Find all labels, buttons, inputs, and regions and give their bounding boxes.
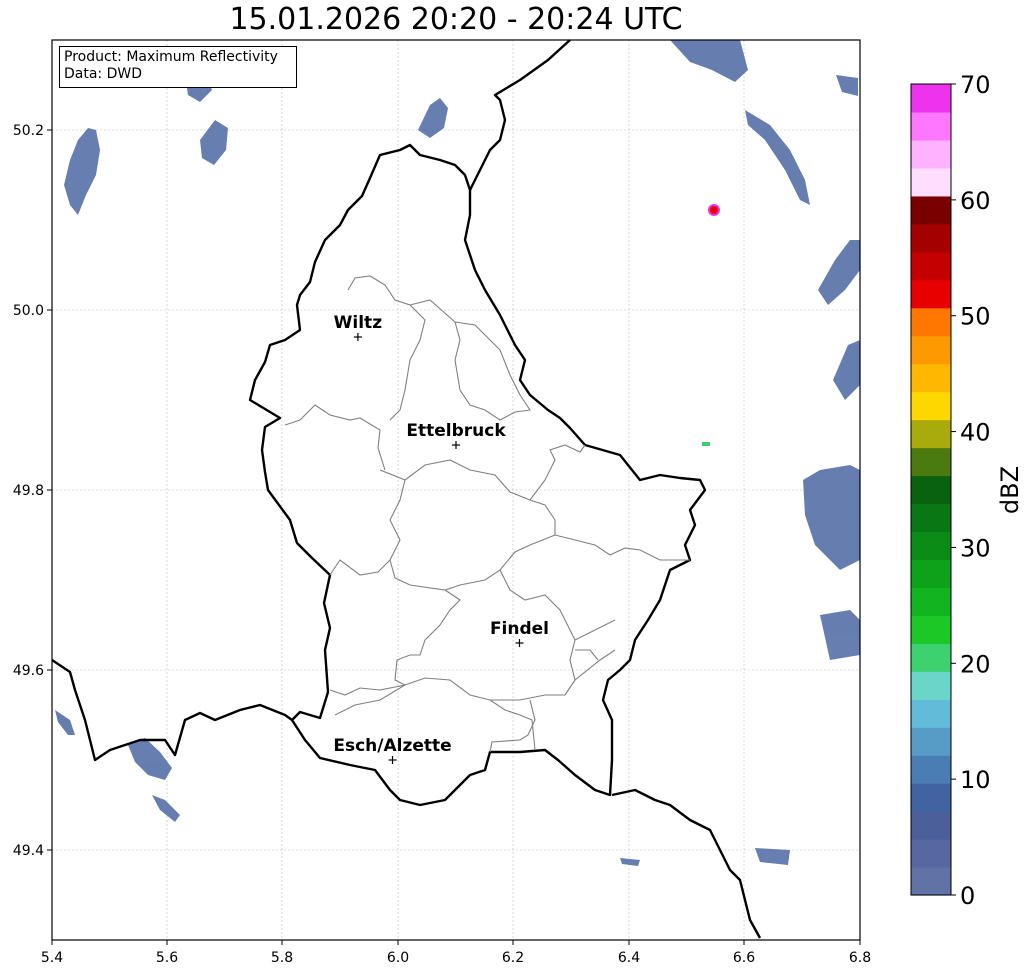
colorbar-segment <box>911 811 951 840</box>
y-tick-label: 50.2 <box>13 123 44 139</box>
colorbar-tick-label: 50 <box>960 303 991 331</box>
x-tick-label: 6.8 <box>849 950 871 966</box>
echo-southwest <box>128 738 172 780</box>
germany-belgium-border-north <box>468 39 571 191</box>
city-label: Ettelbruck <box>406 421 506 441</box>
product-label: Product: Maximum Reflectivity <box>64 49 278 65</box>
x-tick-label: 5.6 <box>156 950 178 966</box>
echo-right-mid2 <box>833 340 860 400</box>
data-source-label: Data: DWD <box>64 66 142 82</box>
colorbar-segment <box>911 84 951 113</box>
colorbar-segment <box>911 783 951 812</box>
x-tick-label: 6.0 <box>387 950 409 966</box>
colorbar-segment <box>911 419 951 449</box>
colorbar-segment <box>911 587 951 616</box>
colorbar-tick-label: 60 <box>960 187 991 215</box>
colorbar-ticks: 0 10 20 30 40 50 60 70 <box>951 71 991 910</box>
colorbar <box>911 84 951 896</box>
colorbar-segment <box>911 279 951 309</box>
echo-right-cluster <box>803 465 860 570</box>
city-1: Ettelbruck <box>406 421 506 449</box>
colorbar-segment <box>911 251 951 281</box>
colorbar-tick-label: 0 <box>960 882 975 910</box>
echo-bottom-right <box>755 848 790 865</box>
colorbar-segment <box>911 167 951 197</box>
colorbar-segment <box>911 727 951 756</box>
x-tick-label: 6.4 <box>618 950 640 966</box>
echo-right-top <box>836 75 858 96</box>
colorbar-tick-label: 70 <box>960 71 991 99</box>
colorbar-segment <box>911 559 951 588</box>
colorbar-segment <box>911 335 951 365</box>
radar-map: 5.4 5.6 5.8 6.0 6.2 6.4 6.6 6.8 49.4 49.… <box>13 39 1024 966</box>
colorbar-segment <box>911 363 951 393</box>
y-tick-label: 49.4 <box>13 843 44 859</box>
echo-right-lower <box>820 610 860 660</box>
x-axis: 5.4 5.6 5.8 6.0 6.2 6.4 6.6 6.8 <box>41 940 871 966</box>
x-tick-label: 5.8 <box>271 950 293 966</box>
echo-southwest-small <box>55 710 75 735</box>
colorbar-segment <box>911 111 951 141</box>
x-tick-label: 5.4 <box>41 950 63 966</box>
colorbar-tick-label: 20 <box>960 650 991 678</box>
colorbar-segment <box>911 475 951 505</box>
france-border-west <box>51 659 293 762</box>
echo-southwest-streak <box>152 795 180 822</box>
radar-echoes <box>55 40 860 866</box>
colorbar-tick-label: 10 <box>960 766 991 794</box>
city-2: Findel <box>490 619 549 647</box>
info-box: Product: Maximum Reflectivity Data: DWD <box>59 46 297 88</box>
colorbar-segment <box>911 195 951 225</box>
colorbar-tick-label: 40 <box>960 419 991 447</box>
gridlines <box>52 40 860 940</box>
y-tick-label: 49.8 <box>13 483 44 499</box>
colorbar-segment <box>911 699 951 728</box>
city-0: Wiltz <box>334 313 383 341</box>
colorbar-segment <box>911 391 951 421</box>
colorbar-segment <box>911 307 951 337</box>
echo-center-north <box>418 98 448 138</box>
x-tick-label: 6.6 <box>733 950 755 966</box>
colorbar-segment <box>911 503 951 533</box>
city-3: Esch/Alzette <box>333 736 452 764</box>
city-label: Esch/Alzette <box>333 736 451 756</box>
colorbar-segment <box>911 643 951 672</box>
echo-north-streak <box>200 120 228 165</box>
colorbar-segment <box>911 531 951 561</box>
city-label: Wiltz <box>334 313 383 333</box>
y-tick-label: 49.6 <box>13 663 44 679</box>
city-label: Findel <box>490 619 549 639</box>
y-tick-label: 50.0 <box>13 303 44 319</box>
colorbar-tick-label: 30 <box>960 534 991 562</box>
colorbar-segment <box>911 223 951 253</box>
echo-top-right <box>670 40 748 82</box>
x-tick-label: 6.2 <box>502 950 524 966</box>
echo-northwest <box>64 128 100 215</box>
echo-bottom-center <box>620 858 640 866</box>
colorbar-segment <box>911 447 951 477</box>
colorbar-segment <box>911 139 951 169</box>
colorbar-segment <box>911 671 951 700</box>
luxembourg-border <box>248 143 707 807</box>
echo-right-mid <box>818 240 860 305</box>
echo-hotspot <box>702 204 720 446</box>
colorbar-segment <box>911 867 951 896</box>
colorbar-label: dBZ <box>996 466 1024 514</box>
colorbar-segment <box>911 615 951 644</box>
colorbar-segment <box>911 839 951 868</box>
colorbar-segment <box>911 755 951 784</box>
y-axis: 49.4 49.6 49.8 50.0 50.2 <box>13 123 52 859</box>
city-markers: Wiltz Ettelbruck Findel Esch/Alzette <box>333 313 549 764</box>
echo-right-arc <box>745 110 810 205</box>
